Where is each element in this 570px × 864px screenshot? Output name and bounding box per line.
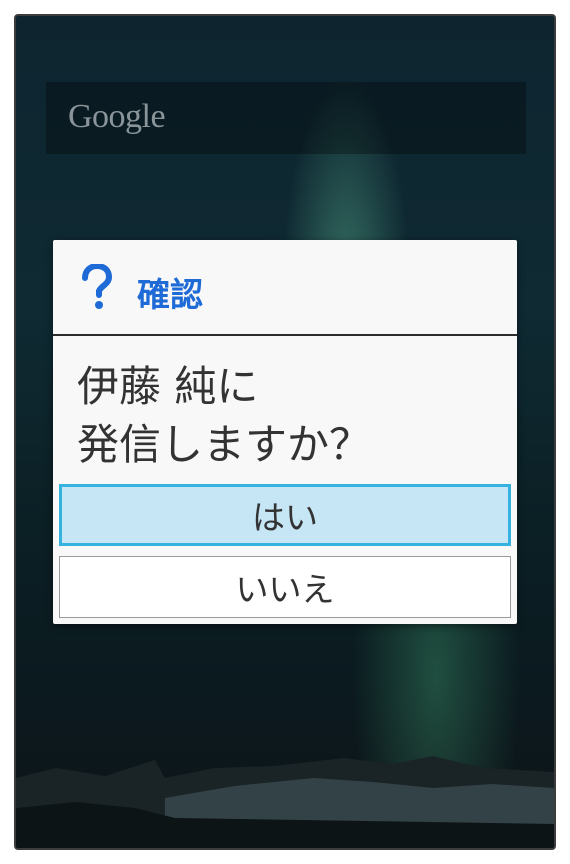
dialog-header: 確認 — [53, 240, 517, 336]
google-search-widget[interactable]: Google — [46, 82, 526, 154]
yes-button[interactable]: はい — [59, 484, 511, 546]
message-line-2: 発信しますか？ — [77, 420, 372, 469]
dialog-message: 伊藤 純に 発信しますか？ — [77, 358, 497, 474]
google-logo: Google — [68, 98, 166, 135]
confirm-call-dialog: 確認 伊藤 純に 発信しますか？ はい いいえ — [53, 240, 517, 624]
mountain-landscape — [16, 756, 554, 848]
question-mark-icon — [82, 264, 113, 309]
dialog-title: 確認 — [137, 275, 203, 314]
no-button[interactable]: いいえ — [59, 556, 511, 618]
message-line-1: 伊藤 純に — [77, 362, 259, 411]
